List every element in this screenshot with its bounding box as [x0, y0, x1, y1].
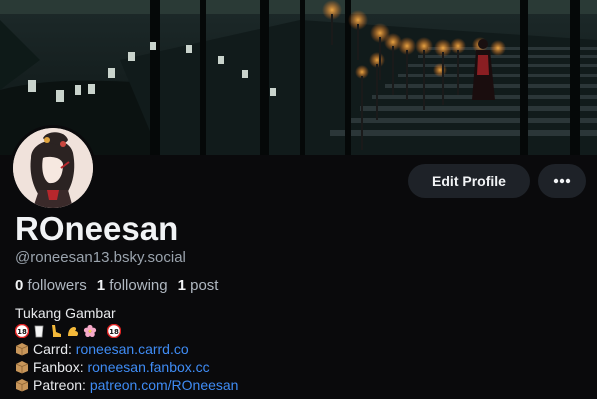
patreon-label: Patreon:: [33, 377, 86, 393]
following-link[interactable]: 1 following: [97, 277, 168, 294]
bio-link-fanbox: Fanbox: roneesan.fanbox.cc: [15, 358, 238, 376]
following-label: following: [109, 277, 168, 294]
bio-link-patreon: Patreon: patreon.com/ROneesan: [15, 376, 238, 394]
following-count: 1: [96, 277, 106, 294]
svg-text:18: 18: [17, 328, 27, 336]
followers-link[interactable]: 0 followers: [15, 277, 87, 294]
18-plus-icon: 18: [15, 324, 29, 338]
profile-bio: Tukang Gambar 18 18 Carrd: roneesan.carr…: [15, 304, 238, 394]
patreon-link[interactable]: patreon.com/ROneesan: [90, 376, 239, 394]
carrd-link[interactable]: roneesan.carrd.co: [76, 340, 189, 358]
followers-count: 0: [15, 277, 24, 294]
more-dots-icon: [553, 178, 571, 184]
profile-banner[interactable]: [0, 0, 597, 155]
edit-profile-button[interactable]: Edit Profile: [408, 164, 530, 198]
bio-title: Tukang Gambar: [15, 305, 116, 321]
avatar[interactable]: [10, 125, 96, 211]
display-name: ROneesan: [15, 210, 179, 247]
fanbox-label: Fanbox:: [33, 359, 84, 375]
milk-glass-icon: [34, 325, 44, 338]
18-plus-icon: 18: [107, 324, 121, 338]
bio-link-carrd: Carrd: roneesan.carrd.co: [15, 340, 238, 358]
avatar-image: [13, 128, 93, 208]
carrd-label: Carrd:: [33, 341, 72, 357]
cherry-blossom-icon: [83, 324, 97, 337]
package-icon: [15, 361, 29, 374]
bio-emoji-row: 18 18: [15, 322, 238, 340]
fanbox-link[interactable]: roneesan.fanbox.cc: [87, 358, 209, 376]
leg-icon: [52, 325, 61, 337]
posts-count-wrap: 1 post: [178, 277, 219, 294]
package-icon: [15, 379, 29, 392]
more-options-button[interactable]: [538, 164, 586, 198]
followers-label: followers: [27, 277, 87, 294]
posts-label: post: [190, 277, 219, 294]
profile-stats: 0 followers 1 following 1 post: [15, 277, 218, 294]
profile-handle: @roneesan13.bsky.social: [15, 249, 186, 266]
posts-count: 1: [177, 277, 186, 294]
package-icon: [15, 343, 29, 356]
svg-text:18: 18: [109, 328, 119, 336]
flexed-biceps-icon: [68, 327, 79, 336]
